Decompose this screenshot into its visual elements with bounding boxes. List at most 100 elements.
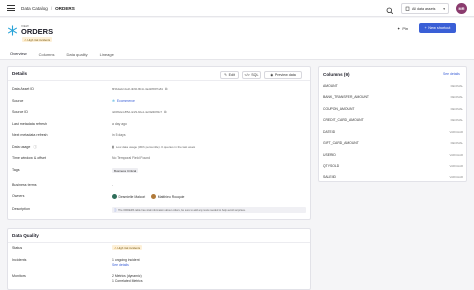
page-title: ORDERS bbox=[21, 27, 54, 36]
account-selector[interactable]: All data assets ▾ bbox=[401, 3, 449, 14]
dq-status-label: Status bbox=[12, 246, 23, 250]
edit-button-label: Edit bbox=[228, 73, 235, 77]
divider bbox=[8, 80, 310, 81]
column-type: DECIMAL bbox=[450, 107, 463, 111]
column-name: SALEIID bbox=[323, 175, 337, 179]
monitors-text-2: 1 Correlated Metrics bbox=[112, 279, 143, 283]
building-icon bbox=[405, 6, 410, 11]
account-selector-label: All data assets bbox=[412, 6, 436, 11]
list-item[interactable]: COUPON_AMOUNT DECIMAL bbox=[323, 107, 463, 111]
list-item[interactable]: SALEIID VARCHAR bbox=[323, 175, 463, 179]
sql-button-label: SQL bbox=[251, 73, 259, 77]
source-link[interactable]: Ecommerce bbox=[117, 99, 135, 103]
data-usage-label: Data usage ⓘ bbox=[12, 145, 37, 150]
dq-incidents-value: 1 ongoing incident See details bbox=[112, 258, 140, 267]
time-window-label: Time window & offset bbox=[12, 156, 46, 160]
breadcrumb-root[interactable]: Data Catalog bbox=[21, 6, 48, 11]
search-icon bbox=[386, 7, 394, 15]
avatar[interactable]: MR bbox=[456, 3, 467, 14]
details-panel: Details ✎ Edit </> SQL ◉ Preview data Da… bbox=[7, 66, 311, 220]
preview-data-label: Preview data bbox=[274, 73, 296, 77]
status-badge-label: High risk incidents bbox=[117, 245, 141, 250]
dq-incidents-label: Incidents bbox=[12, 258, 27, 262]
description-box[interactable]: ⓘ The ORDERS table has vital information… bbox=[112, 207, 306, 213]
data-quality-panel: Data Quality Status ⚠ High risk incident… bbox=[7, 228, 311, 290]
column-type: VARCHAR bbox=[449, 175, 463, 179]
owner-chip[interactable]: Desmielle Malcori bbox=[112, 194, 145, 199]
pencil-icon: ✎ bbox=[224, 73, 228, 77]
column-name: GIFT_CARD_AMOUNT bbox=[323, 141, 359, 145]
avatar bbox=[112, 194, 117, 199]
source-id-value: 4d0f62a4-8f5d-4c29-b0e1-4e0fa9b8f2c7 ⧉ bbox=[112, 110, 167, 114]
data-usage-value: ▮ Low data usage (30th percentile). 0 qu… bbox=[112, 145, 195, 149]
menu-icon[interactable] bbox=[7, 5, 15, 11]
list-item[interactable]: USERID VARCHAR bbox=[323, 153, 463, 157]
last-refresh-label: Last metadata refresh bbox=[12, 122, 47, 126]
column-name: QTYSOLD bbox=[323, 164, 340, 168]
list-item[interactable]: BANK_TRANSFER_AMOUNT DECIMAL bbox=[323, 95, 463, 99]
list-item[interactable]: QTYSOLD VARCHAR bbox=[323, 164, 463, 168]
owners-label: Owners bbox=[12, 194, 25, 198]
owners-value: Desmielle Malcori Matthieu Rouquie bbox=[112, 194, 188, 199]
new-shortcut-button[interactable]: + New shortcut bbox=[419, 23, 456, 33]
code-icon: </> bbox=[244, 73, 250, 77]
pin-button-label: Pin bbox=[402, 26, 409, 31]
see-incident-details-link[interactable]: See details bbox=[112, 263, 129, 267]
tags-label: Tags bbox=[12, 168, 20, 172]
column-name: DATEID bbox=[323, 130, 336, 134]
see-columns-details-link[interactable]: See details bbox=[443, 72, 460, 76]
column-name: CREDIT_CARD_AMOUNT bbox=[323, 118, 364, 122]
edit-button[interactable]: ✎ Edit bbox=[220, 71, 239, 79]
tag-chip[interactable]: Business Critical bbox=[112, 168, 139, 173]
status-badge-label: High risk incidents bbox=[27, 37, 51, 42]
breadcrumb-separator: / bbox=[50, 5, 53, 11]
column-name: AMOUNT bbox=[323, 84, 338, 88]
sql-button[interactable]: </> SQL bbox=[242, 71, 261, 79]
column-name: BANK_TRANSFER_AMOUNT bbox=[323, 95, 369, 99]
column-type: DECIMAL bbox=[450, 141, 463, 145]
breadcrumb-current: ORDERS bbox=[55, 5, 75, 11]
data-asset-id-label: Data Asset ID bbox=[12, 87, 34, 91]
business-terms-label: Business terms bbox=[12, 183, 37, 187]
last-refresh-value: a day ago bbox=[112, 122, 127, 126]
info-icon[interactable]: ⓘ bbox=[33, 145, 37, 149]
search-button[interactable] bbox=[385, 3, 395, 15]
pin-button[interactable]: ✦ Pin bbox=[397, 24, 415, 33]
new-shortcut-label: New shortcut bbox=[428, 26, 451, 30]
chevron-down-icon: ▾ bbox=[443, 6, 445, 11]
description-label: Description bbox=[12, 207, 30, 211]
tags-value: Business Critical bbox=[112, 168, 139, 173]
source-value: ❄ Ecommerce bbox=[112, 99, 135, 103]
monitors-text: 2 Metrics (dynamic) bbox=[112, 274, 142, 278]
warning-icon: ⚠ bbox=[114, 245, 117, 250]
column-type: VARCHAR bbox=[449, 153, 463, 157]
column-name: COUPON_AMOUNT bbox=[323, 107, 355, 111]
data-quality-title: Data Quality bbox=[12, 233, 39, 238]
list-item[interactable]: DATEID VARCHAR bbox=[323, 130, 463, 134]
owner-chip[interactable]: Matthieu Rouquie bbox=[151, 194, 184, 199]
columns-panel: Columns (9) See details AMOUNT DECIMAL BA… bbox=[318, 66, 467, 182]
top-bar: Data Catalog / ORDERS All data assets ▾ … bbox=[0, 0, 474, 17]
list-item[interactable]: GIFT_CARD_AMOUNT DECIMAL bbox=[323, 141, 463, 145]
divider bbox=[0, 59, 474, 60]
business-terms-value: - bbox=[112, 183, 114, 187]
eye-icon: ◉ bbox=[270, 73, 274, 77]
preview-data-button[interactable]: ◉ Preview data bbox=[264, 71, 302, 79]
copy-icon[interactable]: ⧉ bbox=[164, 110, 166, 114]
list-item[interactable]: AMOUNT DECIMAL bbox=[323, 84, 463, 88]
snowflake-small-icon: ❄ bbox=[112, 99, 115, 103]
plus-icon: + bbox=[424, 26, 427, 30]
usage-bars-icon: ▮ bbox=[112, 145, 114, 149]
list-item[interactable]: CREDIT_CARD_AMOUNT DECIMAL bbox=[323, 118, 463, 122]
data-usage-text: Low data usage (30th percentile). 0 quer… bbox=[115, 145, 196, 149]
incidents-text: 1 ongoing incident bbox=[112, 258, 140, 262]
source-id-label: Source ID bbox=[12, 110, 28, 114]
column-type: VARCHAR bbox=[449, 130, 463, 134]
avatar bbox=[151, 194, 157, 199]
info-icon: ⓘ bbox=[114, 209, 117, 212]
owner-name: Desmielle Malcori bbox=[118, 194, 146, 199]
copy-icon[interactable]: ⧉ bbox=[165, 87, 167, 91]
data-asset-id-text: 8f3b4a22-0a1f-4b60-8b4c-3ad28b5f7a81 bbox=[112, 87, 164, 91]
details-title: Details bbox=[12, 71, 28, 76]
time-window-value: No Temporal Field Found bbox=[112, 156, 151, 160]
